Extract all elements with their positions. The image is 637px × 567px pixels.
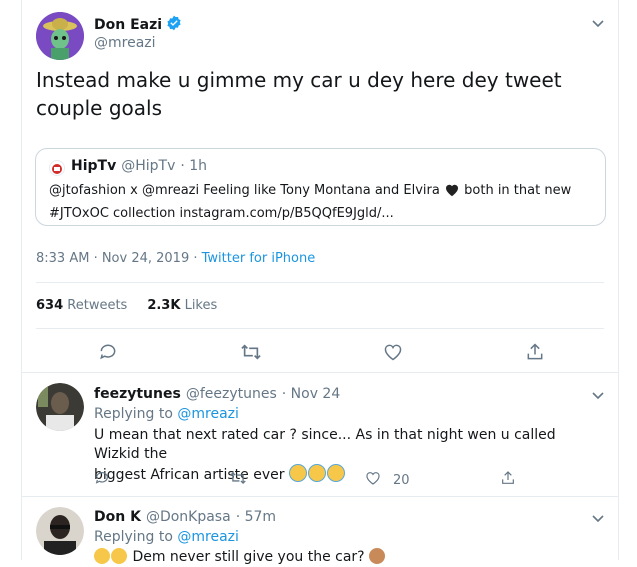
likes-count: 2.3K bbox=[147, 298, 181, 313]
reply-name[interactable]: feezytunes bbox=[94, 386, 181, 402]
retweets-stat[interactable]: 634 Retweets bbox=[36, 298, 127, 313]
like-button[interactable]: 20 bbox=[365, 470, 410, 490]
quoted-text: @jtofashion x @mreazi Feeling like Tony … bbox=[49, 181, 594, 224]
likes-label: Likes bbox=[184, 298, 218, 313]
emoji-person-icon bbox=[369, 548, 386, 564]
reply-text: U mean that next rated car ? since... As… bbox=[94, 426, 604, 485]
reply-header: feezytunes @feezytunes · Nov 24 bbox=[94, 386, 340, 402]
author-avatar[interactable] bbox=[36, 12, 84, 60]
replying-label: Replying to bbox=[94, 529, 173, 545]
chevron-down-icon[interactable] bbox=[588, 508, 608, 528]
tweet-text: Instead make u gimme my car u dey here d… bbox=[36, 68, 562, 120]
replying-label: Replying to bbox=[94, 406, 173, 422]
emoji-laugh-icon bbox=[94, 548, 110, 564]
chevron-down-icon[interactable] bbox=[588, 13, 608, 33]
retweets-label: Retweets bbox=[67, 298, 128, 313]
quoted-text-line1b: both in that new bbox=[464, 183, 572, 198]
reply-text: Dem never still give you the car? bbox=[94, 548, 604, 567]
emoji-face-icon bbox=[307, 464, 326, 482]
replying-to: Replying to @mreazi bbox=[94, 529, 239, 545]
reply-text-line1: Dem never still give you the car? bbox=[132, 549, 365, 565]
tweet-thread: Don Eazi @mreazi Instead make u gimme my… bbox=[21, 0, 619, 565]
black-heart-icon bbox=[444, 182, 460, 204]
replying-to: Replying to @mreazi bbox=[94, 406, 239, 422]
tweet-source[interactable]: Twitter for iPhone bbox=[202, 251, 316, 266]
reply-time[interactable]: · Nov 24 bbox=[282, 386, 341, 402]
quoted-time: · 1h bbox=[180, 158, 208, 174]
share-icon[interactable] bbox=[525, 342, 545, 362]
retweet-icon[interactable] bbox=[240, 342, 262, 362]
timestamp-text[interactable]: 8:33 AM · Nov 24, 2019 · bbox=[36, 251, 202, 266]
emoji-laugh-icon bbox=[111, 548, 127, 564]
like-count: 20 bbox=[393, 472, 410, 488]
verified-badge-icon bbox=[166, 15, 182, 35]
reply-icon[interactable] bbox=[94, 470, 110, 486]
quoted-text-line2: #JTOxOC collection instagram.com/p/B5QQf… bbox=[49, 206, 394, 221]
reply-tweet[interactable]: Don K @DonKpasa · 57m Replying to @mreaz… bbox=[22, 496, 618, 565]
like-icon bbox=[365, 470, 381, 490]
emoji-face-icon bbox=[326, 464, 345, 482]
divider bbox=[36, 282, 604, 283]
reply-name[interactable]: Don K bbox=[94, 509, 141, 525]
quoted-name: HipTv bbox=[71, 158, 117, 174]
author-name[interactable]: Don Eazi bbox=[94, 17, 162, 33]
quoted-avatar bbox=[49, 160, 65, 176]
divider bbox=[36, 328, 604, 329]
reply-avatar[interactable] bbox=[36, 383, 84, 431]
author-handle[interactable]: @mreazi bbox=[94, 35, 156, 51]
replying-handle[interactable]: @mreazi bbox=[177, 406, 239, 422]
tweet-stats: 634 Retweets 2.3K Likes bbox=[36, 298, 217, 313]
retweet-icon[interactable] bbox=[229, 470, 247, 486]
replying-handle[interactable]: @mreazi bbox=[177, 529, 239, 545]
quoted-tweet[interactable]: HipTv @HipTv · 1h @jtofashion x @mreazi … bbox=[35, 148, 606, 226]
reply-text-line2: biggest African artiste ever bbox=[94, 467, 285, 483]
like-icon[interactable] bbox=[383, 342, 403, 362]
reply-tweet[interactable]: feezytunes @feezytunes · Nov 24 Replying… bbox=[22, 372, 618, 496]
author-name-row: Don Eazi bbox=[94, 15, 182, 35]
reply-icon[interactable] bbox=[98, 342, 118, 362]
retweets-count: 634 bbox=[36, 298, 64, 313]
emoji-face-icon bbox=[288, 464, 307, 482]
likes-stat[interactable]: 2.3K Likes bbox=[147, 298, 217, 313]
reply-text-line1: U mean that next rated car ? since... As… bbox=[94, 427, 556, 462]
reply-handle[interactable]: @feezytunes bbox=[186, 386, 277, 402]
quoted-header: HipTv @HipTv · 1h bbox=[71, 158, 207, 174]
share-icon[interactable] bbox=[500, 470, 516, 486]
reply-time[interactable]: · 57m bbox=[236, 509, 276, 525]
reply-handle[interactable]: @DonKpasa bbox=[146, 509, 231, 525]
tweet-timestamp: 8:33 AM · Nov 24, 2019 · Twitter for iPh… bbox=[36, 251, 315, 266]
chevron-down-icon[interactable] bbox=[588, 385, 608, 405]
reply-header: Don K @DonKpasa · 57m bbox=[94, 509, 276, 525]
quoted-text-line1: @jtofashion x @mreazi Feeling like Tony … bbox=[49, 183, 440, 198]
reply-avatar[interactable] bbox=[36, 507, 84, 555]
quoted-handle: @HipTv bbox=[121, 158, 176, 174]
